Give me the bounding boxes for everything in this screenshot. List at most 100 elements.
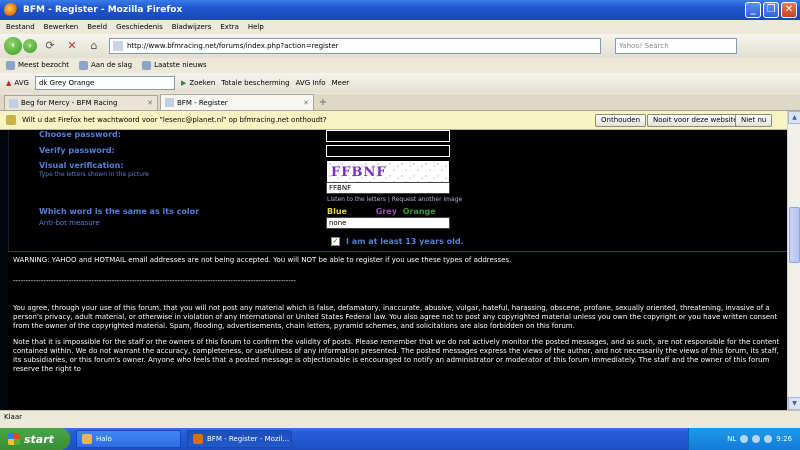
forward-button[interactable]: › <box>23 39 37 53</box>
menu-extra[interactable]: Extra <box>220 23 238 31</box>
taskbar-item-halo[interactable]: Halo <box>76 430 181 448</box>
scroll-thumb[interactable] <box>789 207 800 263</box>
vertical-scrollbar[interactable]: ▲ ▼ <box>787 111 800 410</box>
tab-bfm-register[interactable]: BFM - Register ✕ <box>160 94 314 110</box>
verify-password-field[interactable] <box>326 145 450 157</box>
registration-agreement: WARNING: YAHOO and HOTMAIL email address… <box>8 251 787 410</box>
site-favicon-icon <box>113 41 123 51</box>
start-label: start <box>24 432 54 446</box>
menu-help[interactable]: Help <box>248 23 264 31</box>
bookmark-meest-bezocht[interactable]: Meest bezocht <box>6 60 70 70</box>
bookmark-aan-de-slag[interactable]: Aan de slag <box>79 60 133 70</box>
meer-button[interactable]: Meer <box>332 79 350 87</box>
tray-icon[interactable] <box>740 435 749 443</box>
tab-beg-for-mercy[interactable]: Beg for Mercy - BFM Racing ✕ <box>4 95 158 110</box>
halo-icon <box>82 434 92 444</box>
avg-toolbar: ▲ AVG dk Grey Orange ▶ Zoeken Totale besch… <box>0 73 800 93</box>
visual-verification-label: Visual verification: <box>39 161 124 170</box>
listen-link[interactable]: Listen to the letters <box>327 196 386 203</box>
tab-close-icon[interactable]: ✕ <box>303 99 309 107</box>
link-separator: | <box>387 196 390 203</box>
not-now-button[interactable]: Niet nu <box>735 114 773 127</box>
menu-bewerken[interactable]: Bewerken <box>44 23 79 31</box>
captcha-input[interactable]: FFBNF <box>326 182 450 194</box>
key-icon <box>6 115 16 125</box>
dash-separator: ----------------------------------------… <box>13 277 296 285</box>
stop-icon[interactable]: ✕ <box>63 37 81 55</box>
menu-bladwijzers[interactable]: Bladwijzers <box>172 23 212 31</box>
menu-bestand[interactable]: Bestand <box>6 23 35 31</box>
minimize-button[interactable]: _ <box>745 2 761 18</box>
avg-info-label: AVG Info <box>295 79 326 87</box>
avg-info-button[interactable]: AVG Info <box>296 79 326 87</box>
verify-password-label: Verify password: <box>39 146 115 155</box>
visual-verification-hint: Type the letters shown in the picture <box>39 171 150 178</box>
bookmark-label: Meest bezocht <box>18 61 70 69</box>
page-content: Choose password: Verify password: Visual… <box>0 130 787 410</box>
color-word-blue: Blue <box>327 207 347 216</box>
url-text: http://www.bfmracing.net/forums/index.ph… <box>127 42 339 50</box>
tab-label: Beg for Mercy - BFM Racing <box>21 99 118 107</box>
clock: 9:26 <box>776 435 792 443</box>
choose-password-field[interactable] <box>326 130 450 142</box>
tab-bar: Beg for Mercy - BFM Racing ✕ BFM - Regis… <box>0 94 800 111</box>
never-for-this-site-button[interactable]: Nooit voor deze website <box>647 114 744 127</box>
request-image-link[interactable]: Request another image <box>392 196 462 203</box>
tab-close-icon[interactable]: ✕ <box>147 99 153 107</box>
menu-beeld[interactable]: Beeld <box>87 23 107 31</box>
avg-label: AVG <box>14 79 29 87</box>
tab-label: BFM - Register <box>177 98 228 107</box>
menu-bar: Bestand Bewerken Beeld Geschiedenis Blad… <box>0 20 800 34</box>
agreement-paragraph-2: Note that it is impossible for the staff… <box>13 338 780 373</box>
captcha-letters: FFBNF <box>331 165 387 180</box>
start-button[interactable]: start <box>0 428 70 450</box>
password-save-notification: Wilt u dat Firefox het wachtwoord voor "… <box>0 111 787 130</box>
window-title-bar: BFM - Register - Mozilla Firefox _ ❐ ✕ <box>0 0 800 20</box>
avg-search-combo[interactable]: dk Grey Orange <box>34 76 175 90</box>
back-button[interactable]: ‹ <box>4 37 22 55</box>
new-tab-button[interactable]: + <box>316 96 330 110</box>
language-indicator[interactable]: NL <box>727 435 736 443</box>
navigation-toolbar: ‹ › ⟳ ✕ ⌂ http://www.bfmracing.net/forum… <box>0 34 800 58</box>
scroll-down-arrow-icon[interactable]: ▼ <box>788 397 800 410</box>
bookmark-icon <box>6 60 15 70</box>
color-words: Blue Grey Orange <box>327 207 436 216</box>
taskbar-item-firefox[interactable]: BFM - Register - Mozil... <box>187 430 292 448</box>
color-question-label: Which word is the same as its color <box>39 207 200 216</box>
bookmark-laatste-nieuws[interactable]: Laatste nieuws <box>142 60 207 70</box>
rss-icon <box>142 60 152 70</box>
url-bar[interactable]: http://www.bfmracing.net/forums/index.ph… <box>109 38 601 54</box>
task-label: Halo <box>96 435 112 443</box>
window-title: BFM - Register - Mozilla Firefox <box>23 5 183 15</box>
search-box[interactable]: Yahoo! Search <box>615 38 737 54</box>
bookmark-icon <box>79 60 89 70</box>
menu-geschiedenis[interactable]: Geschiedenis <box>116 23 163 31</box>
tab-favicon-icon <box>165 98 174 107</box>
search-placeholder: Yahoo! Search <box>619 42 669 50</box>
tray-icon[interactable] <box>764 435 773 443</box>
age-checkbox[interactable]: ✓ <box>331 237 340 246</box>
zoeken-button[interactable]: ▶ Zoeken <box>181 79 215 87</box>
totale-bescherming-button[interactable]: Totale bescherming <box>221 79 289 87</box>
captcha-links: Listen to the letters | Request another … <box>327 196 462 203</box>
close-button[interactable]: ✕ <box>781 2 797 18</box>
meer-label: Meer <box>331 79 350 87</box>
tab-favicon-icon <box>9 98 18 108</box>
windows-taskbar: start Halo BFM - Register - Mozil... NL … <box>0 428 800 450</box>
bookmark-label: Aan de slag <box>91 61 133 69</box>
color-answer-input[interactable]: none <box>326 217 450 229</box>
reload-icon[interactable]: ⟳ <box>41 37 59 55</box>
home-icon[interactable]: ⌂ <box>85 37 103 55</box>
age-check-label: I am at least 13 years old. <box>346 237 464 246</box>
zoeken-label: Zoeken <box>189 79 216 87</box>
tray-icon[interactable] <box>752 435 761 443</box>
scroll-up-arrow-icon[interactable]: ▲ <box>788 111 800 124</box>
remember-button[interactable]: Onthouden <box>595 114 647 127</box>
maximize-button[interactable]: ❐ <box>763 2 779 18</box>
task-label: BFM - Register - Mozil... <box>207 435 290 443</box>
choose-password-label: Choose password: <box>39 130 121 139</box>
antibot-label: Anti-bot measure <box>39 219 100 227</box>
notification-text: Wilt u dat Firefox het wachtwoord voor "… <box>22 116 327 124</box>
agreement-paragraph-1: You agree, through your use of this foru… <box>13 304 778 330</box>
avg-logo[interactable]: ▲ AVG <box>6 79 29 87</box>
